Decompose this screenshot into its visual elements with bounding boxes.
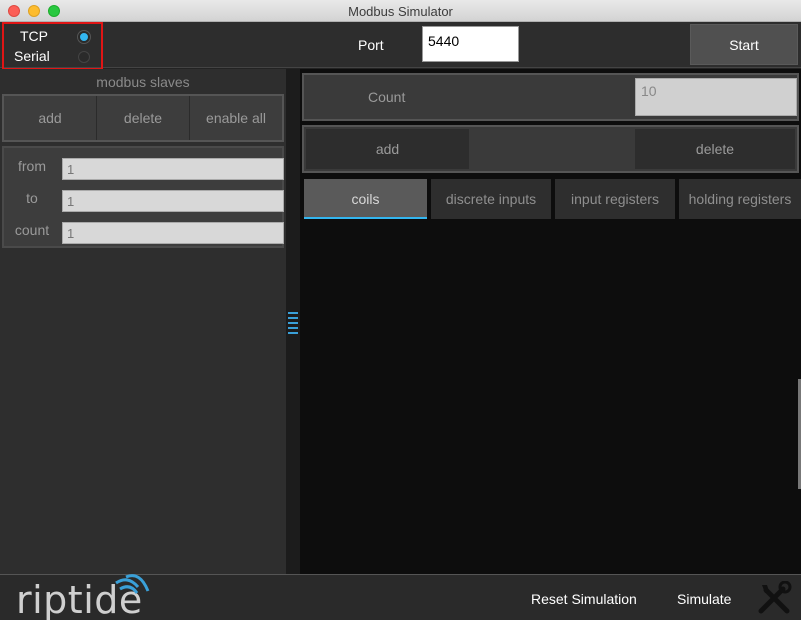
serial-label: Serial (14, 48, 50, 64)
port-input[interactable]: 5440 (422, 26, 519, 62)
from-input[interactable]: 1 (62, 158, 284, 180)
connection-bar: TCP Serial Port 5440 Start (0, 22, 801, 70)
slaves-button-bar: add delete enable all (2, 94, 284, 142)
footer-bar: riptide Reset Simulation Simulate (0, 574, 801, 620)
slaves-title: modbus slaves (96, 74, 190, 90)
splitter-grip-icon (288, 322, 298, 324)
panel-splitter[interactable] (286, 69, 300, 574)
reset-simulation-button[interactable]: Reset Simulation (531, 591, 637, 607)
slaves-panel: modbus slaves add delete enable all from… (0, 69, 286, 574)
splitter-grip-icon (288, 317, 298, 319)
tcp-label: TCP (20, 28, 48, 44)
count-label: count (14, 222, 50, 238)
register-tabs: coils discrete inputs input registers ho… (300, 179, 801, 221)
register-action-row: add delete (302, 125, 799, 173)
delete-register-button[interactable]: delete (635, 129, 795, 169)
to-input[interactable]: 1 (62, 190, 284, 212)
riptide-wave-icon (115, 574, 150, 594)
port-label: Port (358, 37, 384, 53)
delete-slave-button[interactable]: delete (97, 96, 190, 140)
serial-radio[interactable] (78, 51, 90, 63)
mode-selector: TCP Serial (2, 22, 103, 70)
window-titlebar: Modbus Simulator (0, 0, 801, 22)
from-label: from (18, 158, 46, 174)
register-count-input[interactable]: 10 (635, 78, 797, 116)
register-count-label: Count (368, 89, 406, 105)
count-input[interactable]: 1 (62, 222, 284, 244)
splitter-grip-icon (288, 332, 298, 334)
add-slave-button[interactable]: add (4, 96, 97, 140)
tab-discrete-inputs[interactable]: discrete inputs (431, 179, 551, 219)
tab-coils[interactable]: coils (304, 179, 427, 219)
splitter-grip-icon (288, 327, 298, 329)
simulate-button[interactable]: Simulate (677, 591, 731, 607)
registers-panel: Count 10 add delete coils discrete input… (300, 69, 801, 574)
start-button[interactable]: Start (690, 24, 798, 65)
slave-range-form: from 1 to 1 count 1 (2, 146, 284, 248)
to-label: to (26, 190, 38, 206)
add-register-button[interactable]: add (306, 129, 469, 169)
tcp-radio[interactable] (78, 31, 90, 43)
tab-holding-registers[interactable]: holding registers (679, 179, 801, 219)
tab-input-registers[interactable]: input registers (555, 179, 675, 219)
register-count-row: Count 10 (302, 73, 799, 121)
window-title: Modbus Simulator (348, 4, 453, 19)
enable-all-button[interactable]: enable all (190, 96, 282, 140)
tools-icon[interactable] (757, 581, 793, 617)
splitter-grip-icon (288, 312, 298, 314)
